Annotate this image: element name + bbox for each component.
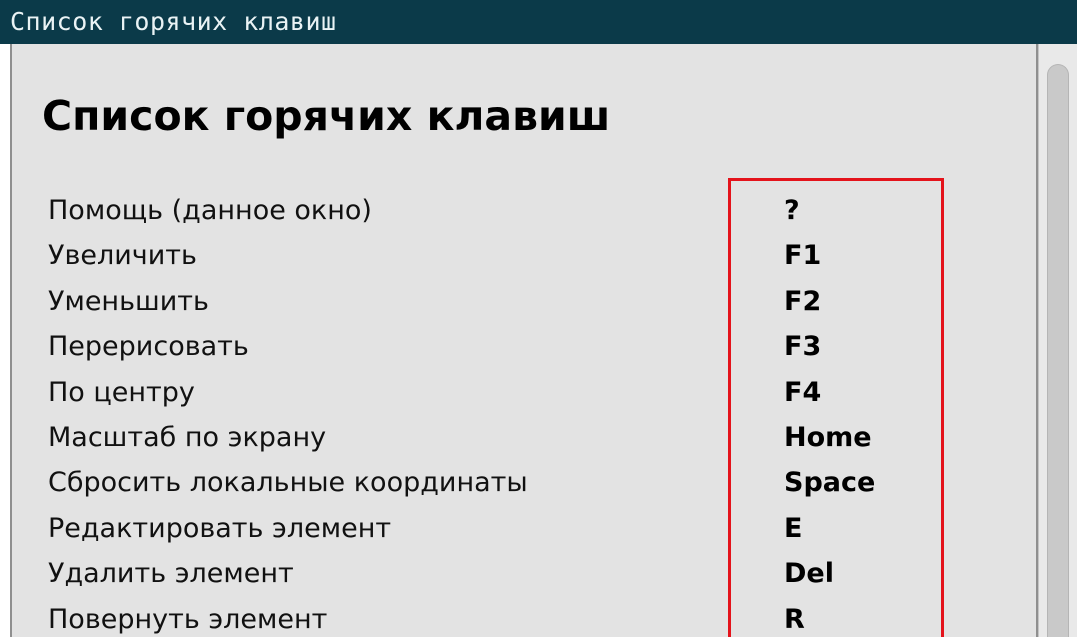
shortcut-row: Удалить элемент Del — [48, 551, 948, 596]
shortcut-action-label: Уменьшить — [48, 285, 209, 317]
shortcut-key: ? — [784, 195, 800, 226]
shortcut-row: Уменьшить F2 — [48, 279, 948, 324]
shortcut-key: Del — [784, 558, 834, 590]
scrollbar-thumb[interactable] — [1047, 64, 1069, 637]
shortcut-key: Space — [784, 467, 876, 499]
shortcut-row: Сбросить локальные координаты Space — [48, 460, 948, 505]
shortcut-action-label: Перерисовать — [48, 331, 249, 363]
shortcut-row: Перерисовать F3 — [48, 324, 948, 369]
hotkeys-window: Список горячих клавиш Список горячих кла… — [0, 0, 1077, 637]
shortcut-action-label: Сбросить локальные координаты — [48, 467, 528, 499]
hotkeys-content-panel: Список горячих клавиш Помощь (данное окн… — [10, 44, 1038, 637]
shortcut-key: E — [784, 512, 803, 544]
shortcut-action-label: Увеличить — [48, 240, 197, 272]
shortcut-key: R — [784, 603, 805, 635]
vertical-scrollbar[interactable] — [1038, 44, 1077, 637]
shortcut-row: По центру F4 — [48, 370, 948, 415]
window-titlebar[interactable]: Список горячих клавиш — [0, 0, 1077, 44]
shortcut-row: Помощь (данное окно) ? — [48, 188, 948, 233]
shortcut-row: Увеличить F1 — [48, 233, 948, 278]
shortcut-action-label: Масштаб по экрану — [48, 421, 327, 453]
shortcut-action-label: Редактировать элемент — [48, 512, 392, 544]
shortcut-list: Помощь (данное окно) ? Увеличить F1 Умен… — [48, 188, 948, 637]
shortcut-key: F1 — [784, 240, 822, 272]
shortcut-row: Повернуть элемент R — [48, 597, 948, 637]
shortcut-action-label: Помощь (данное окно) — [48, 195, 372, 226]
shortcut-action-label: Повернуть элемент — [48, 603, 328, 635]
shortcut-action-label: По центру — [48, 376, 195, 408]
shortcut-key: F2 — [784, 285, 822, 317]
shortcut-key: Home — [784, 421, 872, 453]
shortcut-row: Редактировать элемент E — [48, 506, 948, 551]
shortcut-action-label: Удалить элемент — [48, 558, 294, 590]
page-title: Список горячих клавиш — [42, 92, 611, 140]
shortcut-key: F4 — [784, 376, 822, 408]
shortcut-row: Масштаб по экрану Home — [48, 415, 948, 460]
shortcut-key: F3 — [784, 331, 822, 363]
